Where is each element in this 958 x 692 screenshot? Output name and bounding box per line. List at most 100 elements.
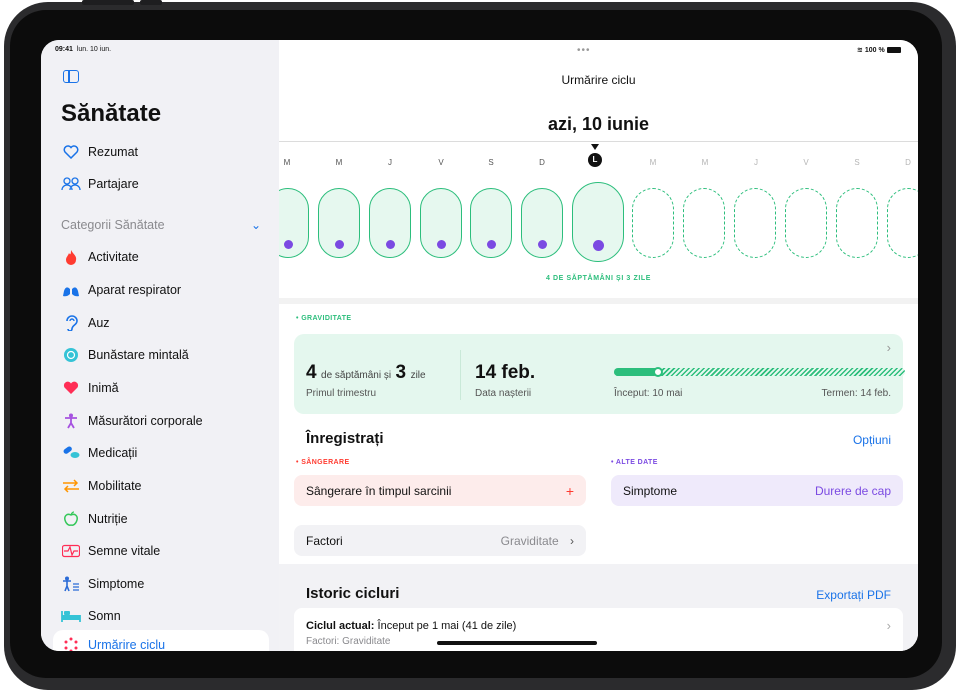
- sidebar-item-mobilitate[interactable]: Mobilitate: [53, 471, 269, 501]
- sidebar-item-somn[interactable]: Somn: [53, 601, 269, 631]
- sidebar-title: Sănătate: [61, 100, 162, 127]
- flame-icon: [61, 247, 81, 267]
- day-label: M: [335, 158, 343, 167]
- weeks-label: 4 DE SĂPTĂMÂNI ȘI 3 ZILE: [545, 275, 652, 282]
- bleeding-row[interactable]: Sângerare în timpul sarcinii +: [294, 475, 586, 506]
- pregnancy-card[interactable]: 4 de săptămâni și 3 zile Primul trimestr…: [294, 334, 905, 414]
- day-pill[interactable]: [369, 188, 411, 258]
- lungs-icon: [61, 280, 81, 300]
- symptoms-row[interactable]: Simptome Durere de cap: [611, 475, 903, 506]
- categories-header[interactable]: Categorii Sănătate: [61, 218, 165, 232]
- progress-knob: [652, 367, 663, 377]
- sidebar-item-inima[interactable]: Inimă: [53, 373, 269, 403]
- symptoms-label: Simptome: [623, 483, 678, 498]
- sidebar-item-label: Somn: [88, 609, 121, 623]
- day-label: D: [905, 158, 911, 167]
- period-dot: [436, 240, 446, 249]
- people-icon: [61, 174, 81, 194]
- sidebar-item-label: Activitate: [88, 250, 139, 264]
- day-label: V: [438, 158, 444, 167]
- day-pill[interactable]: [279, 188, 309, 258]
- day-pill-future[interactable]: [683, 188, 725, 258]
- sidebar-item-urmarire-ciclu[interactable]: Urmărire ciclu: [53, 630, 269, 651]
- sidebar-item-label: Aparat respirator: [88, 283, 182, 297]
- today-label: azi, 10 iunie: [547, 114, 650, 134]
- export-pdf-button[interactable]: Exportați PDF: [816, 588, 891, 602]
- term-label: Termen: 14 feb.: [821, 388, 891, 399]
- sidebar-item-label: Măsurători corporale: [88, 414, 203, 428]
- current-cycle-row[interactable]: Ciclul actual: Început pe 1 mai (41 de z…: [294, 608, 903, 651]
- day-label: D: [539, 158, 545, 167]
- sidebar-item-auz[interactable]: Auz: [53, 308, 269, 338]
- sidebar-item-semne-vitale[interactable]: Semne vitale: [53, 536, 269, 566]
- day-pill[interactable]: [521, 188, 563, 258]
- day-pill-future[interactable]: [887, 188, 918, 258]
- trimester-label: Primul trimestru: [306, 388, 377, 399]
- brain-icon: [61, 345, 81, 365]
- sidebar-item-simptome[interactable]: Simptome: [53, 569, 269, 599]
- factors-row[interactable]: Factori Graviditate ›: [294, 525, 586, 556]
- sidebar-item-label: Rezumat: [88, 145, 139, 159]
- options-button[interactable]: Opțiuni: [853, 433, 891, 447]
- home-indicator[interactable]: [437, 641, 597, 645]
- day-pill-future[interactable]: [785, 188, 827, 258]
- sidebar-item-label: Mobilitate: [88, 479, 142, 493]
- sidebar-item-label: Urmărire ciclu: [88, 638, 166, 651]
- divider: [279, 141, 918, 142]
- sidebar-item-label: Semne vitale: [88, 544, 161, 558]
- day-pill-today[interactable]: [572, 182, 624, 262]
- sidebar-item-label: Bunăstare mintală: [88, 348, 189, 362]
- chevron-right-icon: ›: [886, 618, 891, 633]
- history-title: Istoric cicluri: [306, 585, 400, 602]
- chevron-down-icon[interactable]: ⌄: [251, 218, 261, 232]
- factors-label: Factori: [306, 533, 343, 548]
- progress-fill: [614, 368, 658, 376]
- sidebar-item-medicatii[interactable]: Medicații: [53, 438, 269, 468]
- day-pill[interactable]: [470, 188, 512, 258]
- sidebar-item-masuratori-corporale[interactable]: Măsurători corporale: [53, 406, 269, 436]
- arrows-icon: [61, 476, 81, 496]
- day-label: V: [803, 158, 809, 167]
- bed-icon: [61, 606, 81, 626]
- sidebar-item-label: Simptome: [88, 577, 145, 591]
- due-date-label: Data nașterii: [475, 388, 532, 399]
- section-separator: [279, 298, 918, 304]
- day-pill[interactable]: [420, 188, 462, 258]
- sidebar-item-nutritie[interactable]: Nutriție: [53, 504, 269, 534]
- sidebar-item-partajare[interactable]: Partajare: [53, 169, 269, 199]
- day-label-today: L: [588, 153, 602, 167]
- day-pill-future[interactable]: [734, 188, 776, 258]
- sidebar-toggle-icon[interactable]: [63, 70, 79, 83]
- pills-icon: [61, 443, 81, 463]
- multitask-dots-icon[interactable]: •••: [577, 45, 591, 56]
- period-dot: [334, 240, 344, 249]
- period-dot: [537, 240, 547, 249]
- waveform-icon: [61, 541, 81, 561]
- period-dot: [592, 240, 604, 251]
- factors-value: Graviditate: [500, 533, 559, 548]
- sidebar-item-aparat-respirator[interactable]: Aparat respirator: [53, 275, 269, 305]
- sidebar-item-activitate[interactable]: Activitate: [53, 242, 269, 272]
- sidebar-item-bunastare-mintala[interactable]: Bunăstare mintală: [53, 340, 269, 370]
- day-pill[interactable]: [318, 188, 360, 258]
- status-battery: ≋ 100 %: [857, 46, 901, 54]
- nav-title: Urmărire ciclu: [561, 73, 636, 87]
- log-title: Înregistrați: [306, 430, 384, 447]
- chevron-right-icon: ›: [570, 533, 574, 548]
- sidebar: 09:41 lun. 10 iun. Sănătate Rezumat Part…: [41, 40, 279, 651]
- chevron-right-icon: ›: [886, 340, 891, 355]
- main-content: ••• ≋ 100 % Urmărire ciclu azi, 10 iunie…: [279, 40, 918, 651]
- day-label: M: [701, 158, 709, 167]
- day-label: J: [388, 158, 392, 167]
- day-pill-future[interactable]: [632, 188, 674, 258]
- day-pill-future[interactable]: [836, 188, 878, 258]
- sidebar-item-label: Partajare: [88, 177, 139, 191]
- sidebar-item-label: Medicații: [88, 446, 138, 460]
- bleeding-tag: • SÂNGERARE: [296, 459, 350, 466]
- power-button: [140, 0, 162, 5]
- add-icon[interactable]: +: [566, 483, 574, 499]
- bleeding-label: Sângerare în timpul sarcinii: [306, 483, 452, 498]
- screen: 09:41 lun. 10 iun. Sănătate Rezumat Part…: [41, 40, 918, 651]
- symptoms-value: Durere de cap: [814, 483, 891, 498]
- sidebar-item-rezumat[interactable]: Rezumat: [53, 137, 269, 167]
